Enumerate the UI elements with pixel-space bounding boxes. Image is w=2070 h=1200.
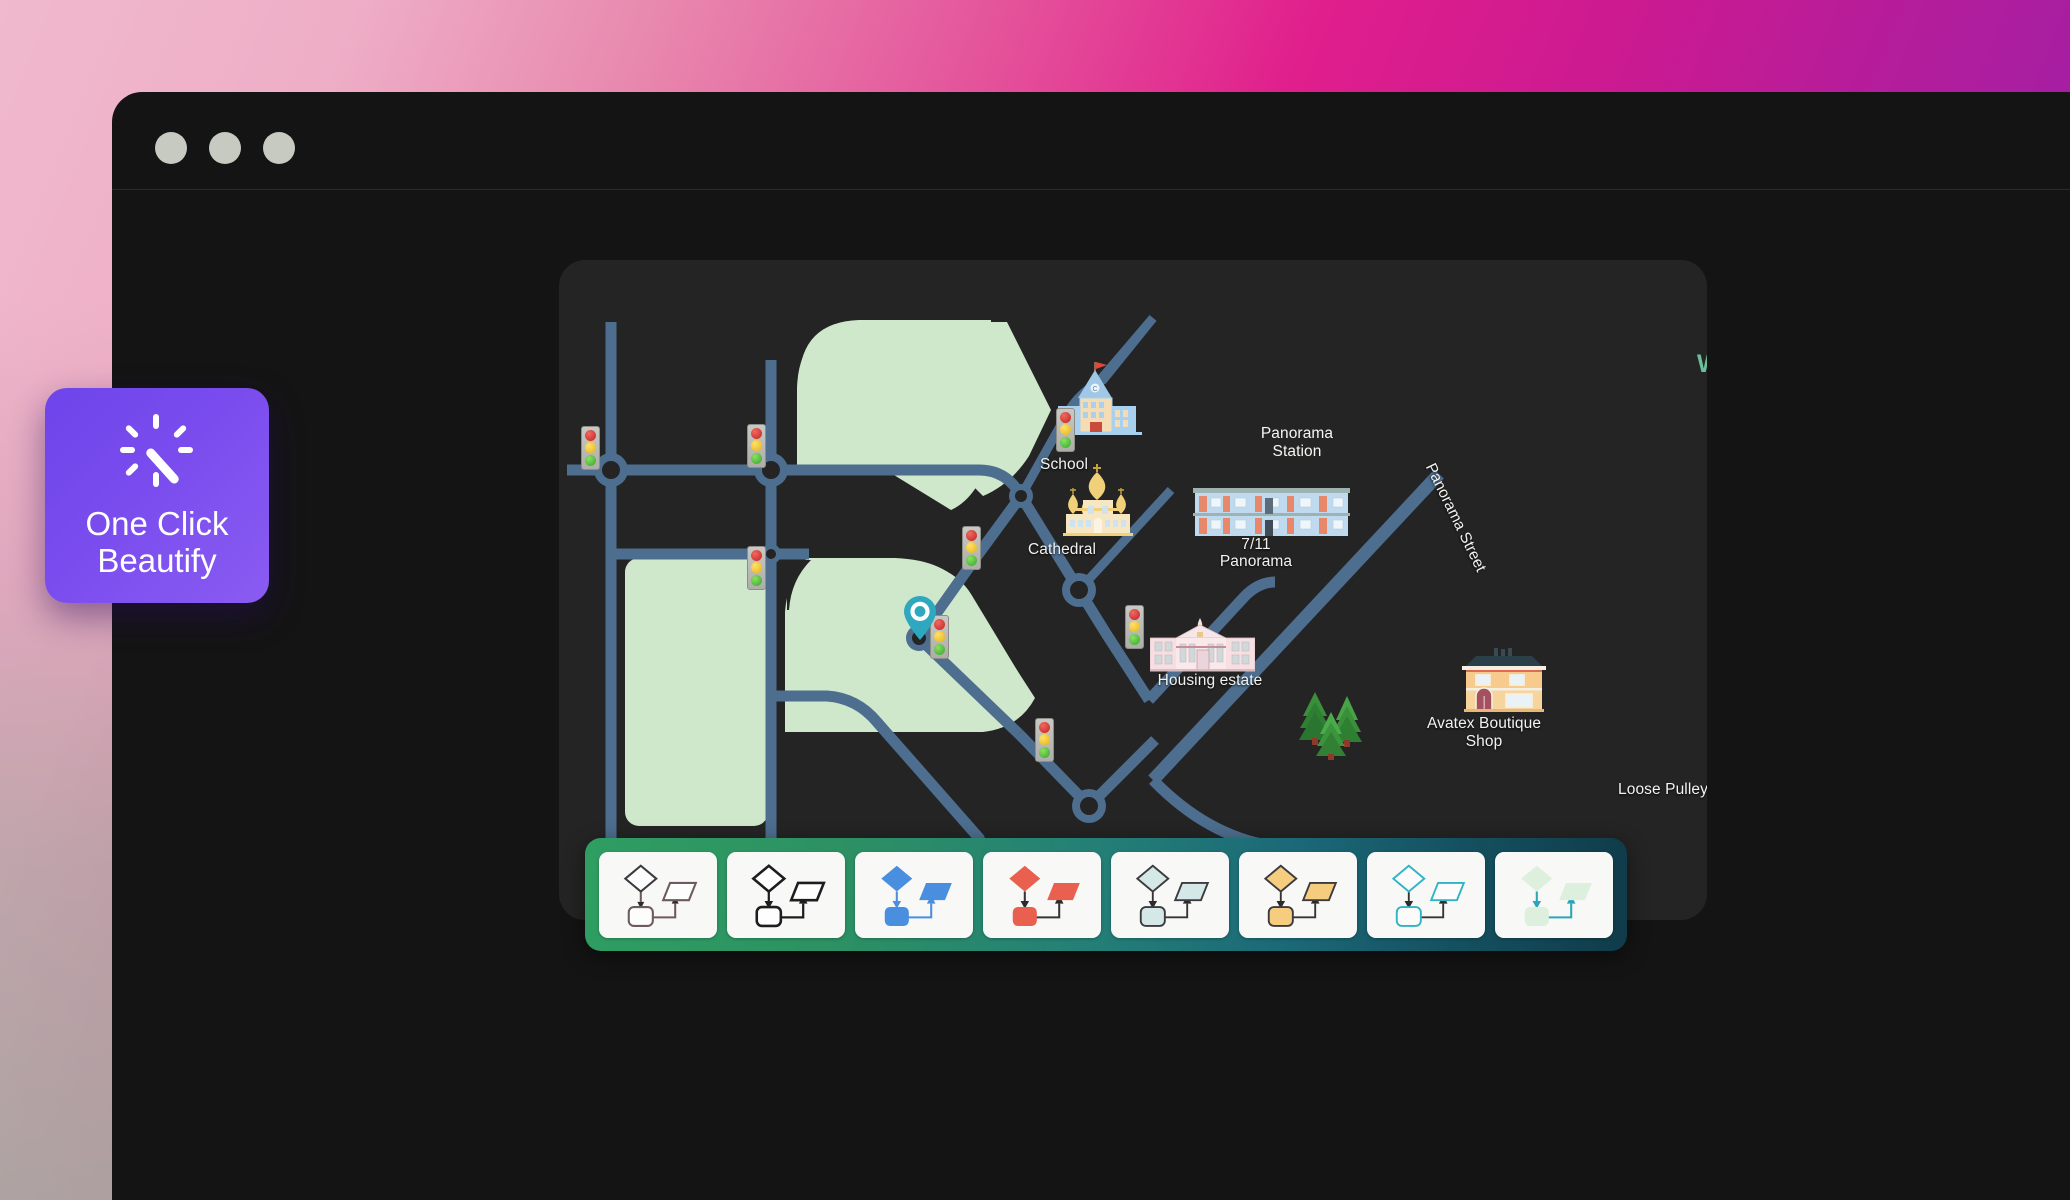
- compass-west-label: W: [1697, 350, 1707, 379]
- window-maximize-button[interactable]: [263, 132, 295, 164]
- map-canvas[interactable]: N S W E C: [559, 260, 1707, 920]
- park-areas: [625, 320, 1051, 826]
- theme-card-sage-teal[interactable]: [1495, 851, 1613, 938]
- housing-estate-building-icon[interactable]: [1150, 616, 1255, 672]
- app-window: N S W E C: [112, 92, 2070, 1200]
- traffic-light-icon[interactable]: [962, 526, 981, 570]
- one-click-beautify-label: One Click Beautify: [85, 504, 229, 579]
- theme-card-red[interactable]: [983, 851, 1101, 938]
- one-click-beautify-button[interactable]: One Click Beautify: [45, 388, 269, 603]
- traffic-light-icon[interactable]: [747, 424, 766, 468]
- pine-trees-icon[interactable]: [1299, 682, 1365, 760]
- theme-card-mono-light[interactable]: [599, 851, 717, 938]
- location-pin-icon[interactable]: [903, 595, 937, 641]
- traffic-light-icon[interactable]: [1125, 605, 1144, 649]
- cathedral-building-icon[interactable]: [1057, 462, 1139, 536]
- traffic-light-icon[interactable]: [581, 426, 600, 470]
- theme-picker-toolbar[interactable]: [585, 838, 1627, 951]
- traffic-light-icon[interactable]: [747, 546, 766, 590]
- theme-card-blue[interactable]: [855, 851, 973, 938]
- traffic-light-icon[interactable]: [1056, 408, 1075, 452]
- theme-card-teal-outline[interactable]: [1367, 851, 1485, 938]
- theme-card-mint[interactable]: [1111, 851, 1229, 938]
- boutique-building-icon[interactable]: [1458, 648, 1550, 712]
- window-titlebar: [112, 92, 2070, 190]
- traffic-light-icon[interactable]: [1035, 718, 1054, 762]
- panorama-row-building-icon[interactable]: [1193, 488, 1350, 538]
- window-close-button[interactable]: [155, 132, 187, 164]
- window-minimize-button[interactable]: [209, 132, 241, 164]
- theme-card-amber[interactable]: [1239, 851, 1357, 938]
- theme-card-mono-dark[interactable]: [727, 851, 845, 938]
- svg-text:C: C: [1092, 386, 1097, 393]
- magic-wand-sparkle-icon: [120, 413, 193, 487]
